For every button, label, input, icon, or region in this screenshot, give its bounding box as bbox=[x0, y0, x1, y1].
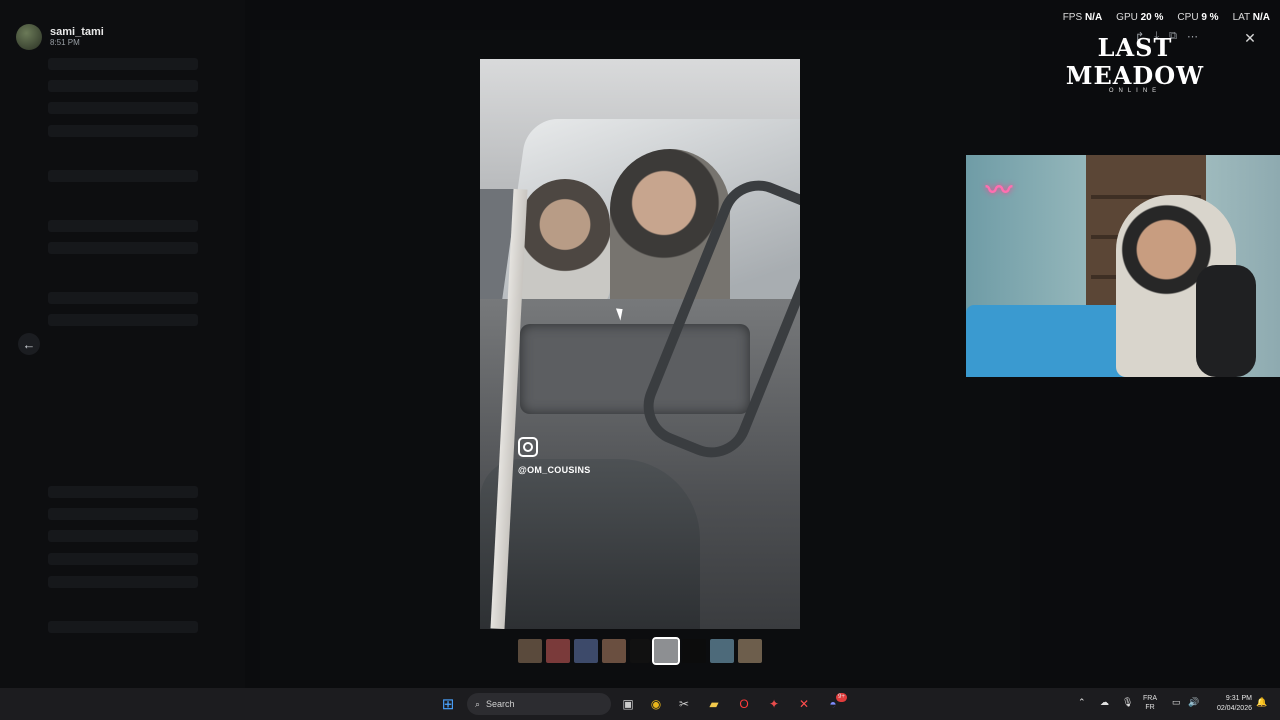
opera-icon[interactable]: O bbox=[736, 696, 752, 712]
language-indicator[interactable]: FRA FR bbox=[1143, 694, 1157, 712]
performance-overlay: FPS N/A GPU 20 % CPU 9 % LAT N/A bbox=[1063, 12, 1270, 23]
media-viewer-image[interactable]: @OM_COUSINS bbox=[480, 59, 800, 629]
app-icon[interactable]: ✦ bbox=[766, 696, 782, 712]
media-thumbnail[interactable] bbox=[652, 637, 680, 665]
arrow-left-icon: ← bbox=[22, 336, 36, 352]
media-thumbnail[interactable] bbox=[682, 639, 706, 663]
network-icon[interactable]: ▭ bbox=[1172, 698, 1181, 707]
media-thumbnail[interactable] bbox=[574, 639, 598, 663]
windows-taskbar bbox=[0, 688, 1280, 720]
upload-time: 8:51 PM bbox=[50, 38, 80, 47]
logo-subtitle: ONLINE bbox=[1108, 88, 1162, 94]
gpu-stat: GPU 20 % bbox=[1116, 12, 1164, 23]
cpu-stat: CPU 9 % bbox=[1177, 12, 1219, 23]
close-icon: ✕ bbox=[1244, 29, 1256, 46]
close-viewer-button[interactable]: ✕ bbox=[1240, 28, 1260, 48]
instagram-icon bbox=[518, 437, 538, 457]
capcut-icon[interactable]: ✕ bbox=[796, 696, 812, 712]
media-thumbnail[interactable] bbox=[630, 639, 650, 663]
media-thumbnail[interactable] bbox=[518, 639, 542, 663]
search-label: Search bbox=[486, 699, 515, 709]
tray-overflow-icon[interactable]: ⌃ bbox=[1078, 698, 1086, 707]
webcam-overlay: 〰 bbox=[966, 155, 1280, 377]
microphone-icon[interactable]: 🎙 bbox=[1122, 698, 1133, 707]
discord-badge: 9+ bbox=[836, 693, 847, 702]
lat-stat: LAT N/A bbox=[1232, 12, 1270, 23]
instagram-handle: @OM_COUSINS bbox=[518, 465, 591, 475]
media-thumbnail[interactable] bbox=[710, 639, 734, 663]
onedrive-icon[interactable]: ☁ bbox=[1100, 698, 1109, 707]
task-view-icon[interactable]: ▣ bbox=[620, 696, 636, 712]
file-explorer-icon[interactable]: ▰ bbox=[706, 696, 722, 712]
media-thumbnail[interactable] bbox=[602, 639, 626, 663]
previous-media-button[interactable]: ← bbox=[18, 333, 40, 355]
media-thumbnail[interactable] bbox=[738, 639, 762, 663]
stream-logo: LAST MEADOW ONLINE bbox=[1030, 33, 1240, 95]
windows-icon[interactable]: ⊞ bbox=[440, 696, 456, 713]
uploader-info: sami_tami 8:51 PM bbox=[16, 24, 104, 50]
volume-icon[interactable]: 🔊 bbox=[1188, 698, 1199, 707]
avatar bbox=[16, 24, 42, 50]
uploader-name: sami_tami bbox=[50, 26, 104, 38]
notification-bell-icon[interactable]: 🔔 bbox=[1256, 698, 1267, 707]
chrome-icon[interactable]: ◉ bbox=[648, 696, 664, 712]
fps-stat: FPS N/A bbox=[1062, 12, 1103, 23]
snipping-tool-icon[interactable]: ✂ bbox=[676, 696, 692, 712]
taskbar-search[interactable]: ⌕ Search bbox=[467, 693, 611, 715]
taskbar-clock[interactable]: 9:31 PM 02/04/2026 bbox=[1208, 694, 1252, 714]
media-thumbnail[interactable] bbox=[546, 639, 570, 663]
media-thumbnail-strip bbox=[518, 637, 762, 665]
logo-title: LAST MEADOW bbox=[1065, 33, 1205, 90]
search-icon: ⌕ bbox=[475, 698, 481, 709]
